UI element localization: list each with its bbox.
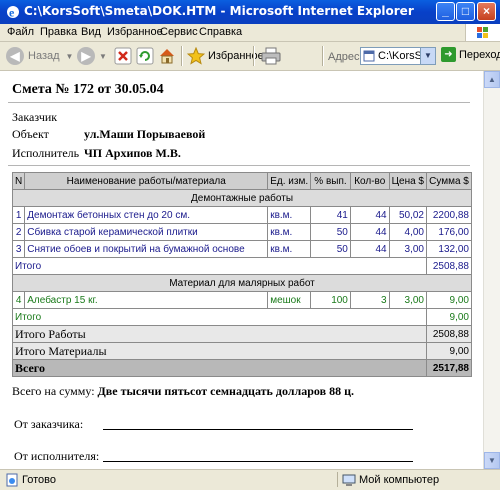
address-value: C:\KorsSoft\: [378, 50, 420, 62]
title-bar: e C:\KorsSoft\Smeta\DOK.HTM - Microsoft …: [0, 0, 500, 24]
menu-edit[interactable]: Правка: [40, 26, 77, 38]
estimate-table: N Наименование работы/материала Ед. изм.…: [11, 172, 472, 377]
my-computer-icon: [342, 474, 356, 486]
close-button[interactable]: ×: [477, 2, 496, 21]
svg-text:e: e: [9, 6, 15, 20]
divider: [8, 165, 470, 166]
menu-view[interactable]: Вид: [81, 26, 101, 38]
chevron-down-icon: ▼: [99, 51, 107, 61]
contractor-label: Исполнитель: [12, 146, 80, 160]
address-dropdown-icon[interactable]: ▼: [420, 48, 435, 64]
document-viewport: Смета № 172 от 30.05.04 Заказчик Объект …: [0, 71, 483, 469]
table-row: 1 Демонтаж бетонных стен до 20 см. кв.м.…: [11, 206, 472, 224]
menu-bar: Файл Правка Вид Избранное Сервис Справка: [0, 24, 500, 42]
address-label: Адрес:: [328, 51, 363, 63]
stop-icon: [114, 47, 132, 65]
sum-label: Всего на сумму:: [12, 384, 95, 398]
windows-logo-icon: [465, 24, 500, 41]
table-row: 3 Снятие обоев и покрытий на бумажной ос…: [11, 240, 472, 258]
table-row: 2 Сбивка старой керамической плитки кв.м…: [11, 223, 472, 241]
refresh-icon: [136, 47, 154, 65]
chevron-down-icon: ▼: [65, 51, 74, 61]
object-label: Объект: [12, 127, 49, 141]
home-icon: [160, 49, 174, 64]
go-button[interactable]: ➜ Переход: [441, 47, 500, 62]
contractor-signature-label: От исполнителя:: [14, 449, 100, 463]
star-icon: [187, 47, 205, 65]
col-header-sum: Сумма $: [426, 172, 472, 190]
table-header: N Наименование работы/материала Ед. изм.…: [11, 172, 472, 190]
print-button[interactable]: [261, 45, 281, 67]
vertical-scrollbar[interactable]: ▲ ▼: [483, 71, 500, 469]
zone-text: Мой компьютер: [359, 474, 440, 486]
back-button[interactable]: ◀ Назад ▼: [6, 45, 73, 67]
section-header-material: Материал для малярных работ: [12, 274, 472, 292]
object-value: ул.Маши Порываевой: [84, 127, 206, 141]
scroll-up-icon[interactable]: ▲: [484, 71, 500, 88]
section-header-work: Демонтажные работы: [12, 189, 472, 207]
page-done-icon: [6, 473, 18, 487]
toolbar: ◀ Назад ▼ ▶ ▼ Избранное Адрес: C:\KorsSo…: [0, 42, 500, 71]
home-button[interactable]: [158, 45, 176, 67]
scroll-down-icon[interactable]: ▼: [484, 452, 500, 469]
material-total-row: Итого 9,00: [12, 308, 472, 326]
col-header-unit: Ед. изм.: [267, 172, 312, 190]
contractor-value: ЧП Архипов М.В.: [84, 146, 181, 160]
contractor-signature-line: [103, 461, 413, 462]
minimize-button[interactable]: _: [436, 2, 455, 21]
materials-total-row: Итого Материалы 9,00: [12, 342, 472, 360]
printer-icon: [261, 47, 281, 65]
status-text: Готово: [22, 474, 56, 486]
work-total-row: Итого 2508,88: [12, 257, 472, 275]
col-header-n: N: [11, 172, 26, 190]
customer-label: Заказчик: [12, 110, 58, 124]
page-title: Смета № 172 от 30.05.04: [12, 82, 164, 97]
col-header-price: Цена $: [388, 172, 428, 190]
total-in-words: Всего на сумму: Две тысячи пятьсот семна…: [12, 384, 354, 399]
page-icon: [363, 50, 375, 62]
col-header-percent: % вып.: [310, 172, 351, 190]
col-header-qty: Кол-во: [349, 172, 390, 190]
grand-total-row: Всего 2517,88: [12, 359, 472, 377]
col-header-name: Наименование работы/материала: [24, 172, 269, 190]
back-arrow-icon: ◀: [6, 47, 24, 65]
table-row: 4 Алебастр 15 кг. мешок 100 3 3,00 9,00: [11, 291, 472, 309]
forward-arrow-icon: ▶: [77, 47, 95, 65]
customer-signature-line: [103, 429, 413, 430]
go-arrow-icon: ➜: [441, 47, 456, 62]
divider: [8, 102, 470, 103]
menu-favorites[interactable]: Избранное: [107, 26, 163, 38]
menu-tools[interactable]: Сервис: [160, 26, 198, 38]
menu-file[interactable]: Файл: [7, 26, 34, 38]
status-bar: Готово Мой компьютер: [0, 469, 500, 490]
menu-help[interactable]: Справка: [199, 26, 242, 38]
forward-button[interactable]: ▶ ▼: [77, 45, 107, 67]
ie-icon: e: [7, 6, 19, 20]
customer-signature-label: От заказчика:: [14, 417, 84, 431]
address-input[interactable]: C:\KorsSoft\ ▼: [360, 47, 436, 65]
stop-button[interactable]: [114, 45, 132, 67]
window-title: C:\KorsSoft\Smeta\DOK.HTM - Microsoft In…: [24, 4, 414, 18]
maximize-button[interactable]: □: [456, 2, 475, 21]
works-total-row: Итого Работы 2508,88: [12, 325, 472, 343]
sum-words: Две тысячи пятьсот семнадцать долларов 8…: [97, 384, 355, 398]
refresh-button[interactable]: [136, 45, 154, 67]
